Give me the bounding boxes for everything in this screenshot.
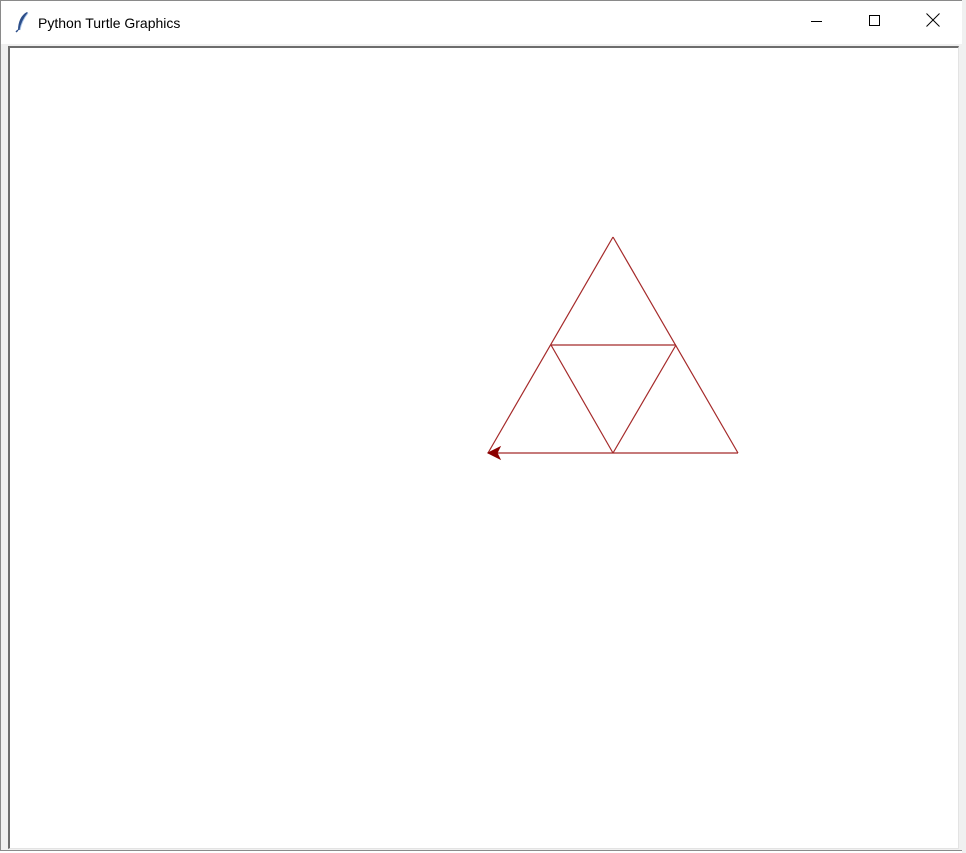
maximize-button[interactable]: [852, 1, 898, 44]
window-title: Python Turtle Graphics: [38, 15, 181, 31]
inner-right-edge: [612, 344, 677, 454]
minimize-button[interactable]: [794, 1, 840, 44]
inner-left-edge: [550, 344, 614, 454]
sierpinski-triangle: [487, 236, 739, 454]
feather-icon: [13, 11, 33, 33]
turtle-canvas[interactable]: [10, 48, 958, 848]
minimize-icon: [811, 14, 823, 32]
close-button[interactable]: [910, 1, 956, 44]
title-bar[interactable]: Python Turtle Graphics: [1, 1, 963, 44]
canvas-frame: [8, 46, 959, 849]
turtle-window: Python Turtle Graphics: [0, 0, 964, 851]
close-icon: [926, 13, 940, 32]
maximize-icon: [869, 14, 881, 32]
window-edge: [962, 0, 966, 853]
